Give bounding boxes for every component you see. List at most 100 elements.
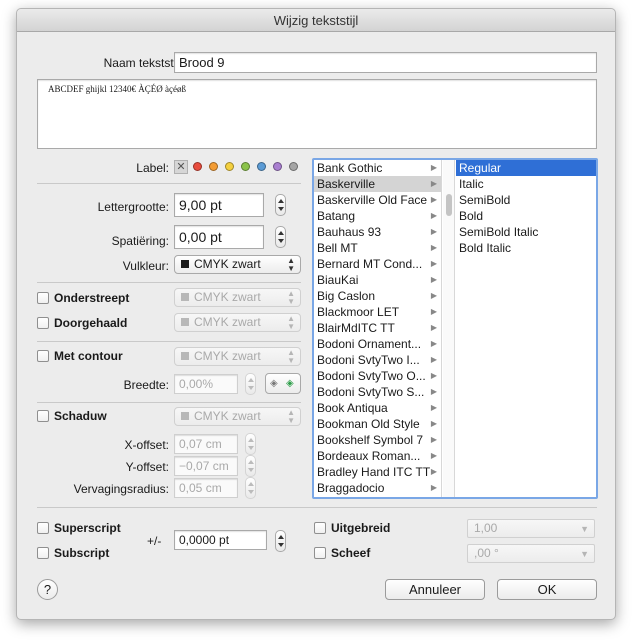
slant-combo[interactable]: ,00 ° ▼: [467, 544, 595, 563]
font-style-list[interactable]: Regular Italic SemiBold Bold SemiBold Italic…: [456, 160, 596, 497]
font-family-name: Baskerville: [317, 177, 376, 191]
label-color-dot[interactable]: [273, 162, 282, 171]
fill-color-popup[interactable]: CMYK zwart ▲ ▼: [174, 255, 301, 274]
label-color-dot[interactable]: [193, 162, 202, 171]
font-family-item[interactable]: Batang ▶: [314, 208, 441, 224]
shadow-checkbox[interactable]: [37, 410, 49, 422]
label-color-dot[interactable]: [289, 162, 298, 171]
help-button[interactable]: ?: [37, 579, 58, 600]
shadow-blur-input[interactable]: 0,05 cm: [174, 478, 238, 498]
label-row-label: Label:: [136, 161, 169, 175]
outline-position-control[interactable]: ◈ ◈: [265, 373, 301, 394]
font-family-item[interactable]: Baskerville Old Face ▶: [314, 192, 441, 208]
underline-label: Onderstreept: [54, 291, 130, 305]
font-family-item[interactable]: Bordeaux Roman... ▶: [314, 448, 441, 464]
font-family-item[interactable]: BiauKai ▶: [314, 272, 441, 288]
chevron-right-icon: ▶: [430, 259, 437, 268]
shadow-color-popup[interactable]: CMYK zwart ▲ ▼: [174, 407, 301, 426]
font-size-input[interactable]: 9,00 pt: [174, 193, 264, 217]
tracking-label: Spatiëring:: [111, 234, 169, 248]
color-swatch: [181, 293, 189, 301]
font-family-item[interactable]: Bodoni SvtyTwo O... ▶: [314, 368, 441, 384]
font-family-item[interactable]: BlairMdITC TT ▶: [314, 320, 441, 336]
font-style-item[interactable]: Italic: [456, 176, 596, 192]
font-family-item[interactable]: Bookman Old Style ▶: [314, 416, 441, 432]
shadow-y-stepper[interactable]: [245, 455, 256, 477]
underline-color-popup[interactable]: CMYK zwart ▲ ▼: [174, 288, 301, 307]
style-name-input[interactable]: Brood 9: [174, 52, 597, 73]
font-style-item[interactable]: SemiBold: [456, 192, 596, 208]
strikethrough-color-popup[interactable]: CMYK zwart ▲ ▼: [174, 313, 301, 332]
shadow-y-input[interactable]: −0,07 cm: [174, 456, 238, 476]
shadow-x-stepper[interactable]: [245, 433, 256, 455]
font-family-item[interactable]: Baskerville ▶: [314, 176, 441, 192]
label-color-dot[interactable]: [225, 162, 234, 171]
shadow-x-input[interactable]: 0,07 cm: [174, 434, 238, 454]
slant-label: Scheef: [331, 546, 371, 560]
text-preview: ABCDEF ghijkl 12340€ ÀÇÉØ àçéøß: [37, 79, 597, 149]
expanded-combo[interactable]: 1,00 ▼: [467, 519, 595, 538]
font-style-item[interactable]: Bold Italic: [456, 240, 596, 256]
underline-color-value: CMYK zwart: [194, 290, 261, 304]
font-family-list[interactable]: Bank Gothic ▶ Baskerville ▶ Baskerville Old …: [314, 160, 442, 497]
font-size-stepper[interactable]: [275, 194, 286, 216]
font-family-name: Braggadocio: [317, 481, 385, 495]
superscript-checkbox[interactable]: [37, 522, 49, 534]
label-color-dot[interactable]: [209, 162, 218, 171]
font-family-name: BiauKai: [317, 273, 359, 287]
chevron-down-icon: ▼: [580, 524, 589, 534]
chevron-right-icon: ▶: [430, 179, 437, 188]
outline-checkbox[interactable]: [37, 350, 49, 362]
outline-color-popup[interactable]: CMYK zwart ▲ ▼: [174, 347, 301, 366]
font-family-item[interactable]: Blackmoor LET ▶: [314, 304, 441, 320]
font-family-item[interactable]: Bodoni SvtyTwo S... ▶: [314, 384, 441, 400]
font-family-item[interactable]: Bauhaus 93 ▶: [314, 224, 441, 240]
scrollbar-thumb[interactable]: [446, 194, 452, 216]
font-family-item[interactable]: Bank Gothic ▶: [314, 160, 441, 176]
font-family-item[interactable]: Bradley Hand ITC TT ▶: [314, 464, 441, 480]
font-family-item[interactable]: Bookshelf Symbol 7 ▶: [314, 432, 441, 448]
cancel-button[interactable]: Annuleer: [385, 579, 485, 600]
font-style-item[interactable]: Bold: [456, 208, 596, 224]
font-family-name: Batang: [317, 209, 356, 223]
font-family-item[interactable]: Bell MT ▶: [314, 240, 441, 256]
font-list-scrollbar[interactable]: [443, 160, 455, 497]
no-label-x-icon[interactable]: ✕: [174, 160, 188, 174]
outline-inside-icon[interactable]: ◈: [286, 378, 297, 389]
outline-outside-icon[interactable]: ◈: [270, 378, 281, 389]
slant-checkbox[interactable]: [314, 547, 326, 559]
outline-width-stepper[interactable]: [245, 373, 256, 395]
offset-input[interactable]: 0,0000 pt: [174, 530, 267, 550]
expanded-checkbox[interactable]: [314, 522, 326, 534]
chevron-right-icon: ▶: [430, 403, 437, 412]
chevron-right-icon: ▶: [430, 275, 437, 284]
font-family-item[interactable]: Book Antiqua ▶: [314, 400, 441, 416]
font-style-item[interactable]: SemiBold Italic: [456, 224, 596, 240]
chevron-right-icon: ▶: [430, 163, 437, 172]
ok-button[interactable]: OK: [497, 579, 597, 600]
label-color-dot[interactable]: [257, 162, 266, 171]
popup-arrows-icon: ▲ ▼: [287, 314, 295, 331]
expanded-label: Uitgebreid: [331, 521, 391, 535]
fill-color-label: Vulkleur:: [122, 259, 169, 273]
offset-stepper[interactable]: [275, 530, 286, 552]
font-family-item[interactable]: Bodoni SvtyTwo I... ▶: [314, 352, 441, 368]
font-size-label: Lettergrootte:: [97, 200, 169, 214]
subscript-checkbox[interactable]: [37, 547, 49, 559]
color-swatch: [181, 260, 189, 268]
font-family-item[interactable]: Big Caslon ▶: [314, 288, 441, 304]
font-family-item[interactable]: Braggadocio ▶: [314, 480, 441, 496]
underline-checkbox[interactable]: [37, 292, 49, 304]
strikethrough-checkbox[interactable]: [37, 317, 49, 329]
label-color-dot[interactable]: [241, 162, 250, 171]
font-family-item[interactable]: Bernard MT Cond... ▶: [314, 256, 441, 272]
outline-width-input[interactable]: 0,00%: [174, 374, 238, 394]
font-family-item[interactable]: Bodoni Ornament... ▶: [314, 336, 441, 352]
font-style-item[interactable]: Regular: [456, 160, 596, 176]
font-family-name: BlairMdITC TT: [317, 321, 395, 335]
tracking-input[interactable]: 0,00 pt: [174, 225, 264, 249]
tracking-stepper[interactable]: [275, 226, 286, 248]
shadow-color-value: CMYK zwart: [194, 409, 261, 423]
shadow-blur-stepper[interactable]: [245, 477, 256, 499]
outline-width-label: Breedte:: [123, 378, 169, 392]
